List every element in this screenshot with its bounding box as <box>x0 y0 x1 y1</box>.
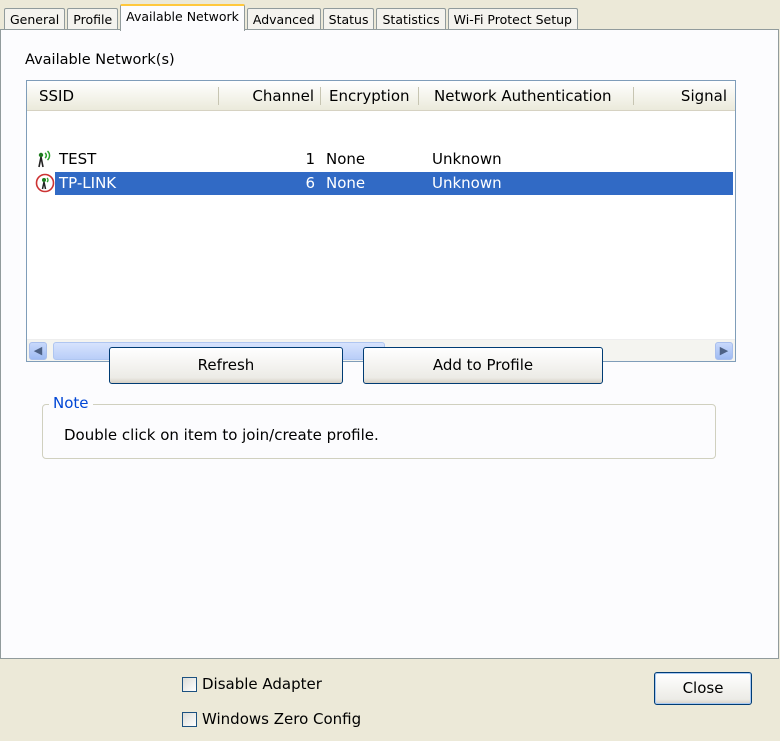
list-header: SSID Channel Encryption Network Authenti… <box>27 81 735 111</box>
refresh-button[interactable]: Refresh <box>109 347 343 384</box>
close-button[interactable]: Close <box>654 672 752 705</box>
column-signal-label: Signal <box>680 87 727 105</box>
channel-cell: 1 <box>305 150 315 168</box>
wifi-signal-icon <box>38 150 51 168</box>
disable-adapter-checkbox[interactable]: Disable Adapter <box>182 674 322 694</box>
tab-strip: General Profile Available Network Advanc… <box>4 4 580 31</box>
network-row-test[interactable]: TEST 1 None Unknown <box>27 147 735 171</box>
tab-advanced[interactable]: Advanced <box>246 8 321 30</box>
tab-statistics[interactable]: Statistics <box>376 8 446 30</box>
column-header-channel[interactable]: Channel <box>219 81 321 111</box>
scroll-right-icon[interactable]: ▶ <box>715 342 733 360</box>
auth-cell: Unknown <box>432 150 502 168</box>
encryption-cell: None <box>326 150 366 168</box>
available-networks-label: Available Network(s) <box>25 52 175 68</box>
column-header-signal[interactable]: Signal <box>634 81 735 111</box>
column-channel-label: Channel <box>252 87 314 105</box>
column-auth-label: Network Authentication <box>434 87 612 105</box>
checkbox-icon[interactable] <box>182 711 197 727</box>
add-to-profile-button[interactable]: Add to Profile <box>363 347 603 384</box>
auth-cell: Unknown <box>432 174 502 192</box>
note-title: Note <box>49 394 93 412</box>
note-text: Double click on item to join/create prof… <box>64 426 379 444</box>
scroll-left-icon[interactable]: ◀ <box>29 342 47 360</box>
channel-cell: 6 <box>305 174 315 192</box>
wifi-connected-icon <box>35 173 55 193</box>
disable-adapter-label: Disable Adapter <box>202 675 322 693</box>
column-ssid-label: SSID <box>39 87 75 105</box>
encryption-cell: None <box>326 174 366 192</box>
column-header-ssid[interactable]: SSID <box>27 81 219 111</box>
ssid-cell: TEST <box>59 150 97 168</box>
network-list[interactable]: SSID Channel Encryption Network Authenti… <box>26 80 736 362</box>
tab-general[interactable]: General <box>4 8 66 30</box>
windows-zero-config-checkbox[interactable]: Windows Zero Config <box>182 709 361 729</box>
windows-zero-config-label: Windows Zero Config <box>202 710 362 728</box>
column-header-auth[interactable]: Network Authentication <box>419 81 634 111</box>
selection-highlight <box>55 172 733 195</box>
tab-available-network[interactable]: Available Network <box>120 4 245 31</box>
checkbox-icon[interactable] <box>182 676 197 692</box>
column-encryption-label: Encryption <box>329 87 410 105</box>
tab-wifi-protect-setup[interactable]: Wi-Fi Protect Setup <box>447 8 578 30</box>
tab-profile[interactable]: Profile <box>67 8 119 30</box>
column-header-encryption[interactable]: Encryption <box>321 81 419 111</box>
tab-status[interactable]: Status <box>322 8 375 30</box>
network-row-tp-link[interactable]: TP-LINK 6 None Unknown <box>27 171 735 195</box>
tab-panel: Available Network(s) SSID Channel Encryp… <box>0 29 779 659</box>
ssid-cell: TP-LINK <box>59 174 117 192</box>
